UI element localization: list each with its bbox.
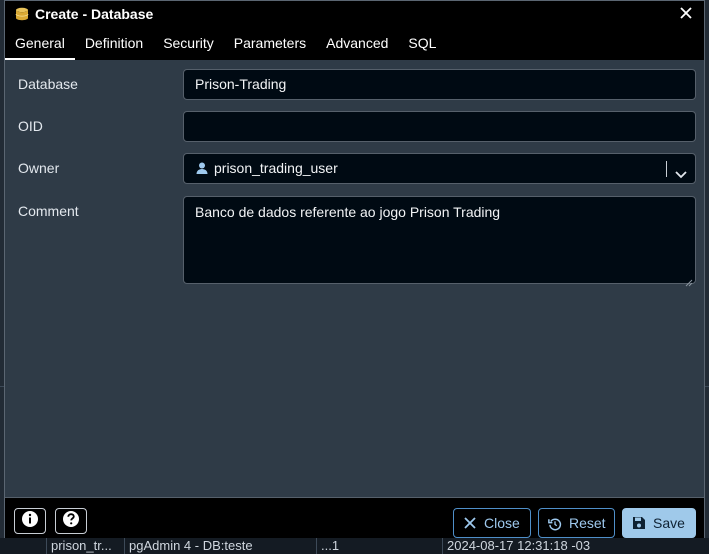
- user-icon: [195, 156, 209, 174]
- info-button[interactable]: [14, 508, 46, 534]
- oid-input[interactable]: [183, 111, 696, 142]
- save-icon: [632, 516, 646, 530]
- tab-parameters[interactable]: Parameters: [224, 26, 316, 60]
- reset-icon: [548, 516, 562, 531]
- help-button[interactable]: [55, 508, 87, 534]
- save-button[interactable]: Save: [622, 508, 696, 538]
- dialog-footer: Close Reset Save: [5, 497, 704, 538]
- reset-button[interactable]: Reset: [538, 508, 615, 538]
- tab-general[interactable]: General: [5, 26, 75, 60]
- close-icon: [463, 516, 477, 530]
- bg-cell-client: ...1: [316, 538, 441, 554]
- help-icon: [62, 510, 80, 533]
- database-label: Database: [18, 76, 78, 92]
- owner-select[interactable]: prison_trading_user: [183, 153, 696, 184]
- tab-advanced[interactable]: Advanced: [316, 26, 398, 60]
- comment-textarea[interactable]: Banco de dados referente ao jogo Prison …: [183, 196, 696, 287]
- chevron-down-icon[interactable]: [674, 162, 688, 179]
- oid-label: OID: [18, 118, 43, 134]
- database-icon: [14, 6, 30, 22]
- general-tab-panel: Database Prison-Trading OID Owner prison…: [5, 60, 704, 497]
- bg-cell-time: 2024-08-17 12:31:18 -03: [442, 538, 647, 554]
- tab-security[interactable]: Security: [153, 26, 224, 60]
- dialog-titlebar[interactable]: Create - Database: [5, 1, 704, 26]
- database-name-input[interactable]: Prison-Trading: [183, 69, 696, 100]
- save-button-label: Save: [653, 515, 685, 531]
- close-icon[interactable]: [677, 4, 695, 22]
- select-separator: [666, 161, 667, 177]
- close-button[interactable]: Close: [453, 508, 531, 538]
- resize-grip-icon[interactable]: [685, 273, 693, 287]
- create-database-dialog: Create - Database General Definition Sec…: [4, 0, 705, 538]
- bg-cell-name: prison_tr...: [46, 538, 127, 554]
- bg-cell-application: pgAdmin 4 - DB:teste: [124, 538, 315, 554]
- dialog-tabs: General Definition Security Parameters A…: [5, 26, 704, 60]
- reset-button-label: Reset: [569, 515, 606, 531]
- tab-sql[interactable]: SQL: [398, 26, 446, 60]
- dialog-title: Create - Database: [35, 5, 154, 22]
- comment-label: Comment: [18, 203, 79, 219]
- background-table-row: prison_tr... pgAdmin 4 - DB:teste ...1 2…: [0, 538, 709, 554]
- comment-text: Banco de dados referente ao jogo Prison …: [195, 204, 501, 220]
- close-button-label: Close: [484, 515, 520, 531]
- tab-definition[interactable]: Definition: [75, 26, 153, 60]
- owner-select-value: prison_trading_user: [214, 160, 338, 176]
- info-icon: [21, 510, 39, 533]
- owner-label: Owner: [18, 160, 60, 176]
